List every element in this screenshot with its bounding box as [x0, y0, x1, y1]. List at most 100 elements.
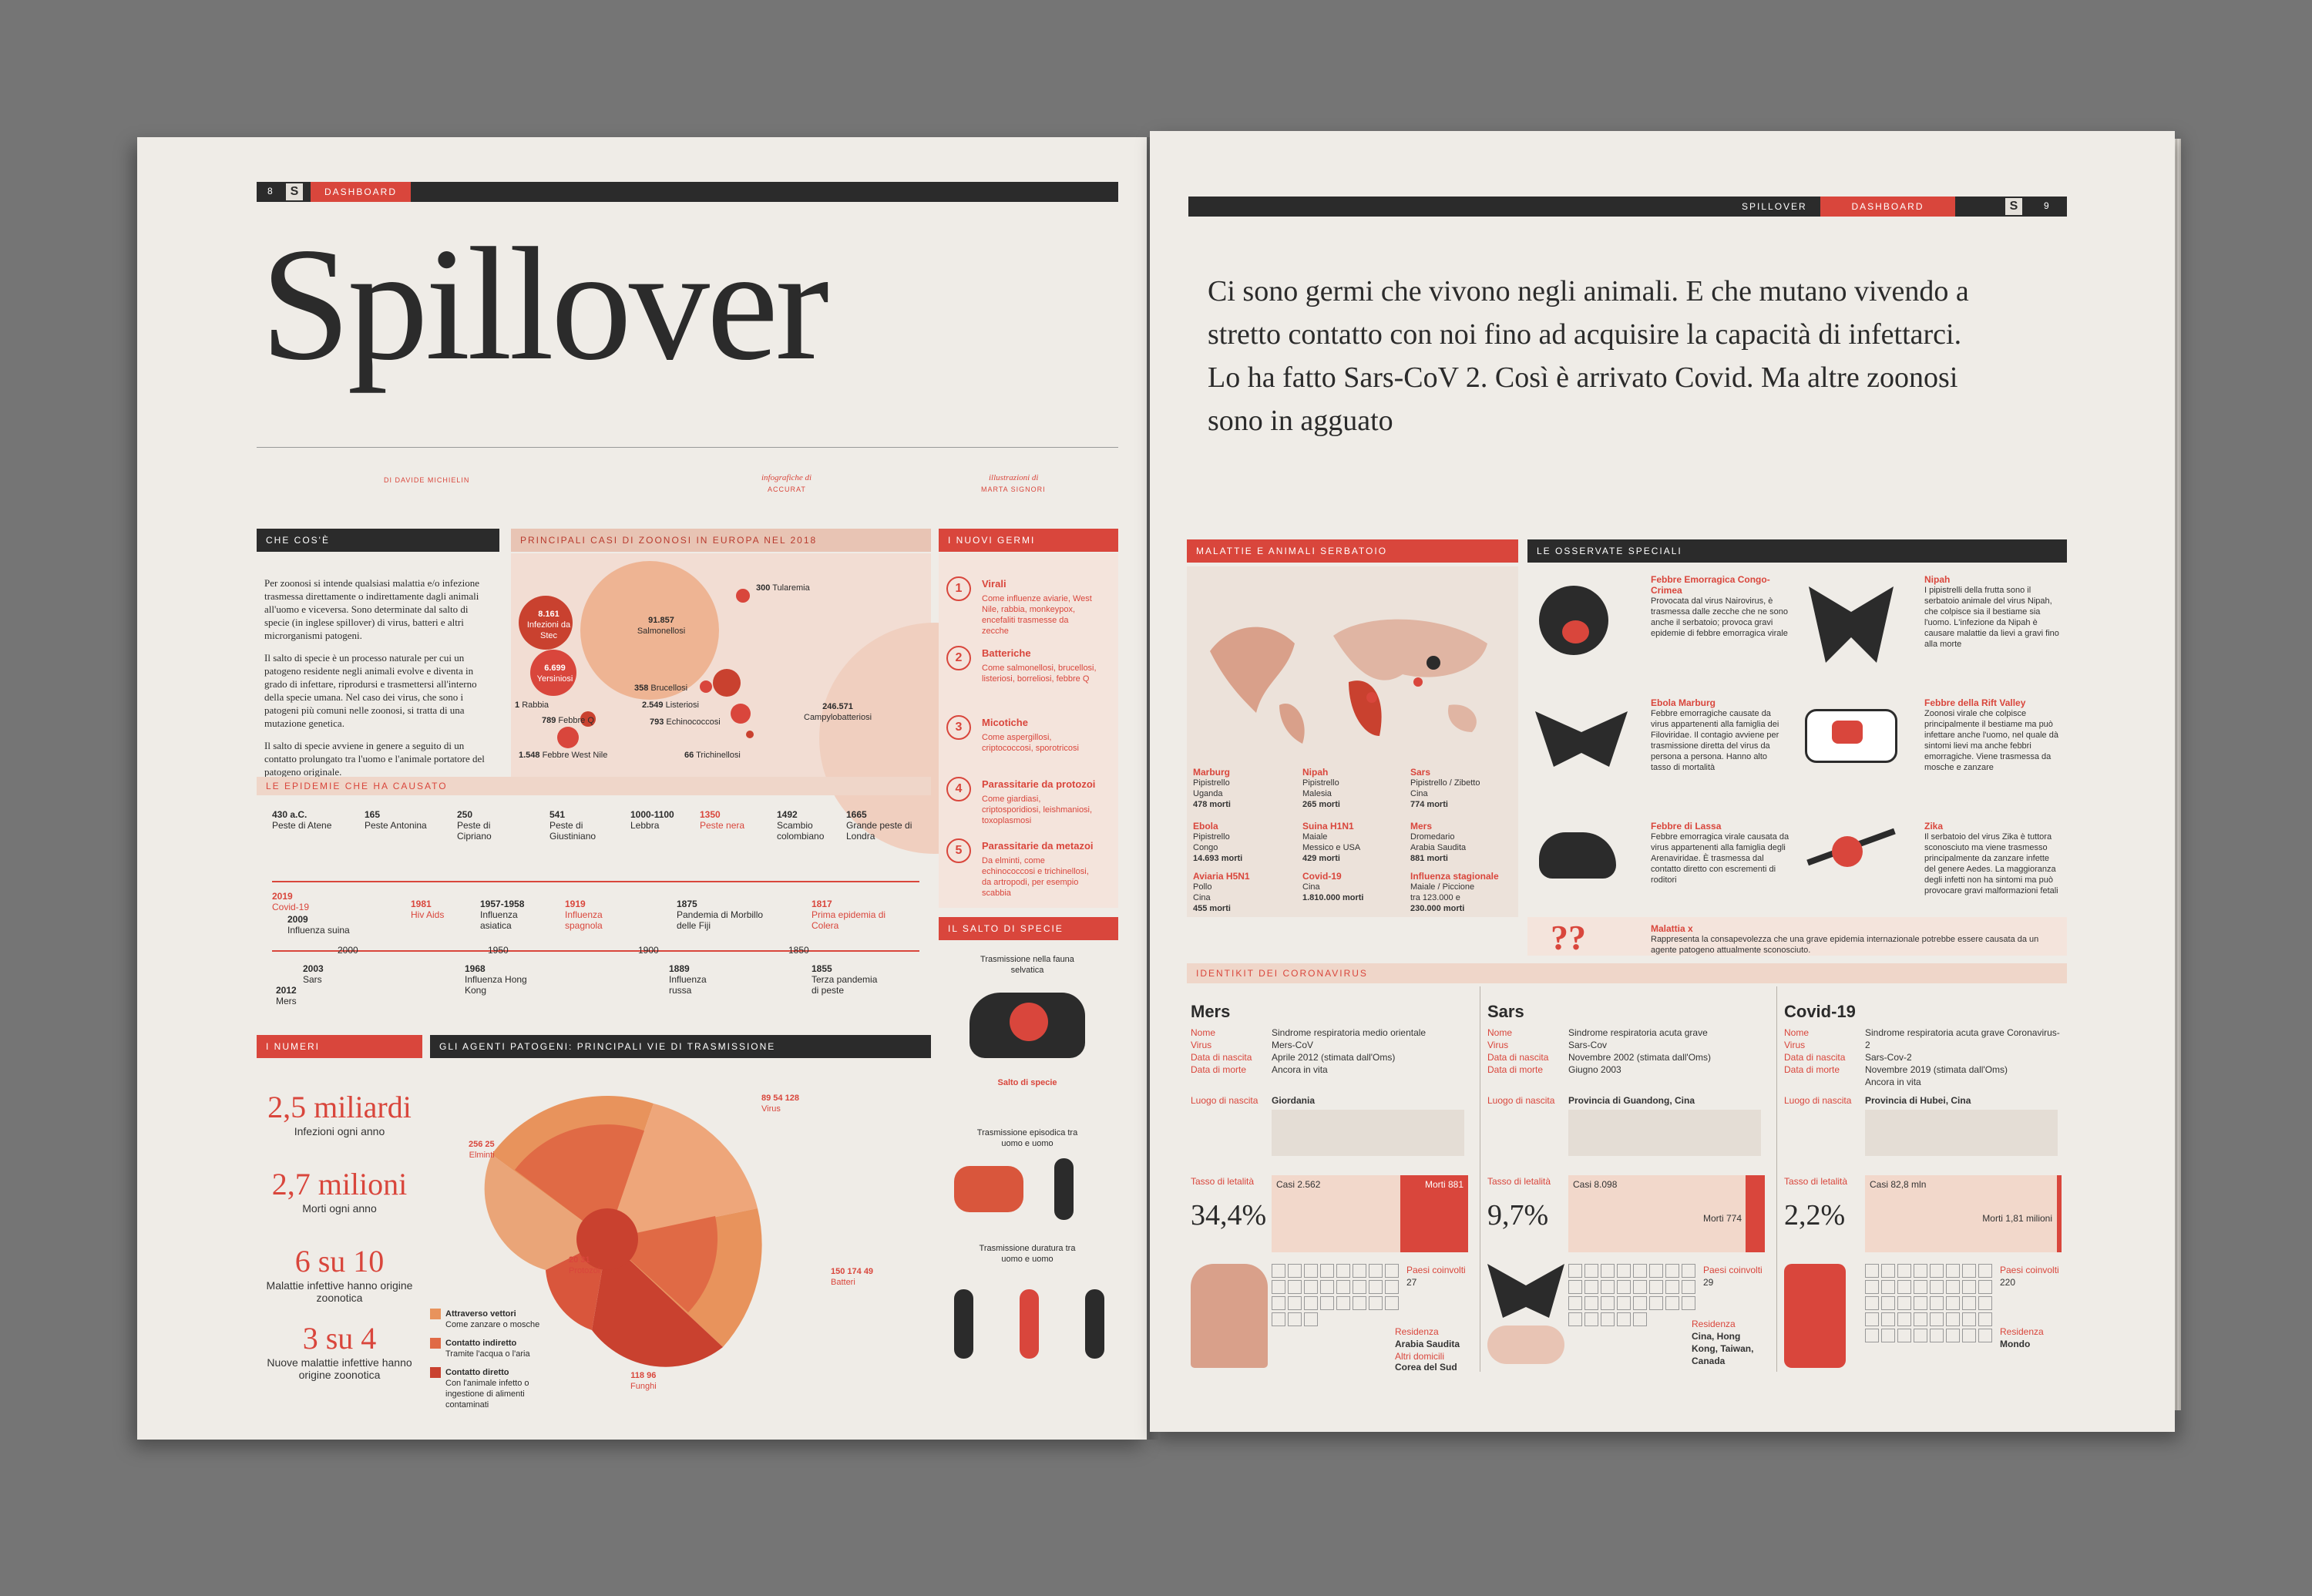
- residence-label: Residenza: [1395, 1326, 1439, 1337]
- virus-icon: [1010, 1003, 1048, 1041]
- epidemic-entry: 1981 Hiv Aids: [411, 899, 445, 920]
- page-number: 9: [2044, 200, 2049, 211]
- question-marks-icon: ??: [1551, 918, 1586, 957]
- step-label: Trasmissione duratura tra uomo e uomo: [979, 1244, 1076, 1264]
- legend-item: Attraverso vettori Come zanzare o mosche: [430, 1309, 569, 1330]
- birthplace-label: Luogo di nascita: [1784, 1095, 1852, 1106]
- numbers-header: I NUMERI: [257, 1035, 422, 1058]
- reservoir-item: Ebola Pipistrello Congo 14.693 morti: [1193, 821, 1243, 863]
- epidemic-entry: 2003 Sars: [303, 963, 324, 985]
- watched-header: LE OSSERVATE SPECIALI: [1527, 539, 2067, 563]
- residence-label: Residenza: [1692, 1319, 1736, 1329]
- watched-card: Febbre della Rift Valley Zoonosi virale c…: [1797, 690, 2063, 805]
- birthplace-value: Provincia di Guandong, Cina: [1568, 1095, 1695, 1106]
- lethality-bar: Casi 82,8 mln Morti 1,81 milioni: [1865, 1175, 2062, 1252]
- rose-label-protozoi: 20 31 Protozoi: [569, 1255, 600, 1275]
- bat-icon: [1535, 711, 1628, 767]
- section-tag: DASHBOARD: [311, 182, 411, 202]
- lethality-label: Tasso di letalità: [1784, 1176, 1848, 1187]
- bubble-echinococcosi: [731, 704, 751, 724]
- stat-label: Morti ogni anno: [302, 1202, 377, 1215]
- bubble-listeriosi: [713, 669, 741, 697]
- residence-value: Mondo: [2000, 1339, 2031, 1349]
- epidemic-entry: 2012 Mers: [276, 985, 297, 1006]
- zoonosi-chart-header: PRINCIPALI CASI DI ZOONOSI IN EUROPA NEL…: [511, 529, 931, 552]
- agents-rose-chart: 256 25 Elminti 89 54 128 Virus 20 31 Protoz…: [430, 1062, 931, 1410]
- watched-card: Zika Il serbatoio del virus Zika è tuttor…: [1797, 813, 2063, 913]
- zoonosi-bubble-chart: 8.161 Infezioni da Stec 91.857 Salmonellos…: [511, 553, 1050, 854]
- cases-label: Casi 8.098: [1573, 1179, 1618, 1190]
- countries-value: 220: [2000, 1277, 2016, 1288]
- germ-item: 2 Batteriche Come salmonellosi, brucellosi…: [946, 646, 1101, 707]
- epidemic-entry: 2009 Influenza suina: [287, 914, 350, 936]
- divider: [1776, 986, 1777, 1372]
- germ-number: 3: [946, 715, 971, 740]
- step-label: Salto di specie: [997, 1078, 1057, 1087]
- deaths-label: Morti 774: [1702, 1213, 1742, 1224]
- germ-number: 5: [946, 838, 971, 863]
- epidemic-entry: 1919 Influenza spagnola: [565, 899, 603, 931]
- agents-header: GLI AGENTI PATOGENI: PRINCIPALI VIE DI T…: [430, 1035, 931, 1058]
- cow-spot: [1832, 721, 1863, 744]
- legend-swatch: [430, 1367, 441, 1378]
- number-item: 6 su 10 Malattie infettive hanno origine …: [257, 1243, 422, 1304]
- epidemic-entry: 1889 Influenza russa: [669, 963, 707, 996]
- rat-icon: [1539, 832, 1616, 879]
- rose-legend: Attraverso vettori Come zanzare o mosche …: [430, 1309, 569, 1410]
- watched-card-text: Nipah I pipistrelli della frutta sono il …: [1924, 574, 2059, 649]
- bubble-label-salmonellosi: 91.857 Salmonellosi: [637, 616, 686, 636]
- birthplace-map: [1568, 1110, 1761, 1156]
- germ-title: Parassitarie da protozoi: [982, 778, 1096, 790]
- watched-card: Nipah I pipistrelli della frutta sono il …: [1797, 566, 2063, 682]
- germ-desc: Da elminti, come echinococcosi e trichin…: [982, 856, 1089, 898]
- card-title: Mers: [1191, 1002, 1231, 1021]
- tick-body: [1562, 620, 1589, 643]
- disease-x-text: Malattia x Rappresenta la consapevolezza …: [1651, 923, 2039, 955]
- coronavirus-card-mers: Mers Nome Virus Data di nascita Data di mor…: [1187, 986, 1476, 1373]
- bubble-brucellosi: [700, 680, 712, 693]
- countries-grid: [1568, 1264, 1695, 1326]
- reservoir-item: Mers Dromedario Arabia Saudita 881 morti: [1410, 821, 1467, 863]
- reservoir-item: Nipah Pipistrello Malesia 265 morti: [1302, 767, 1340, 809]
- coronavirus-card-covid: Covid-19 Nome Virus Data di nascita Data di…: [1780, 986, 2067, 1372]
- card-field-values: Sindrome respiratoria medio orientale Mer…: [1272, 1027, 1427, 1075]
- legend-swatch: [430, 1338, 441, 1349]
- reservoir-item: Covid-19 Cina 1.810.000 morti: [1302, 871, 1364, 902]
- reservoir-item: Suina H1N1 Maiale Messico e USA 429 morti: [1302, 821, 1361, 863]
- species-jump-panel: Trasmissione nella fauna selvatica Salto…: [939, 942, 1118, 1397]
- epidemic-entry: 1665 Grande peste di Londra: [846, 809, 912, 842]
- birthplace-value: Provincia di Hubei, Cina: [1865, 1095, 1971, 1106]
- number-item: 2,7 milioni Morti ogni anno: [257, 1166, 422, 1215]
- bubble-label-listeriosi: 2.549 Listeriosi: [642, 701, 699, 710]
- rose-label-elminti: 256 25 Elminti: [469, 1140, 495, 1160]
- what-is-p3: Il salto di specie avviene in genere a s…: [264, 740, 485, 778]
- cases-label: Casi 2.562: [1276, 1179, 1321, 1190]
- legend-item: Contatto diretto Con l'animale infetto o …: [430, 1367, 569, 1410]
- axis-tick-label: 1850: [788, 945, 809, 956]
- epidemic-entry: 1350 Peste nera: [700, 809, 745, 831]
- watched-card: Febbre Emorragica Congo-Crimea Provocata …: [1527, 566, 1793, 682]
- lethality-label: Tasso di letalità: [1191, 1176, 1255, 1187]
- deaths-fill: [2057, 1175, 2062, 1252]
- germ-desc: Come influenze aviarie, West Nile, rabbi…: [982, 594, 1092, 636]
- card-title: Sars: [1487, 1002, 1524, 1021]
- deaths-label: Morti 1,81 milioni: [1982, 1213, 2052, 1224]
- epidemic-entry: 1492 Scambio colombiano: [777, 809, 825, 842]
- right-header-bar: SPILLOVER DASHBOARD S 9: [1188, 197, 2067, 217]
- left-header-bar: 8 S DASHBOARD: [257, 182, 1118, 202]
- epidemic-entry: 165 Peste Antonina: [365, 809, 427, 831]
- person-icon: [954, 1289, 973, 1359]
- countries-grid: [1272, 1264, 1399, 1326]
- reservoir-item: Aviaria H5N1 Pollo Cina 455 morti: [1193, 871, 1250, 913]
- card-field-values: Sindrome respiratoria acuta grave Corona…: [1865, 1027, 2060, 1087]
- birthplace-map: [1865, 1110, 2058, 1156]
- residence-label: Residenza: [2000, 1326, 2044, 1337]
- germ-title: Parassitarie da metazoi: [982, 840, 1094, 852]
- countries-label: Paesi coinvolti: [1406, 1265, 1466, 1275]
- epidemic-entry: 250 Peste di Cipriano: [457, 809, 492, 842]
- germ-desc: Come salmonellosi, brucellosi, listerios…: [982, 664, 1097, 684]
- watched-card-text: Zika Il serbatoio del virus Zika è tuttor…: [1924, 821, 2058, 895]
- coronavirus-card-sars: Sars Nome Virus Data di nascita Data di mor…: [1484, 986, 1773, 1372]
- countries-value: 27: [1406, 1277, 1417, 1288]
- birthplace-label: Luogo di nascita: [1487, 1095, 1555, 1106]
